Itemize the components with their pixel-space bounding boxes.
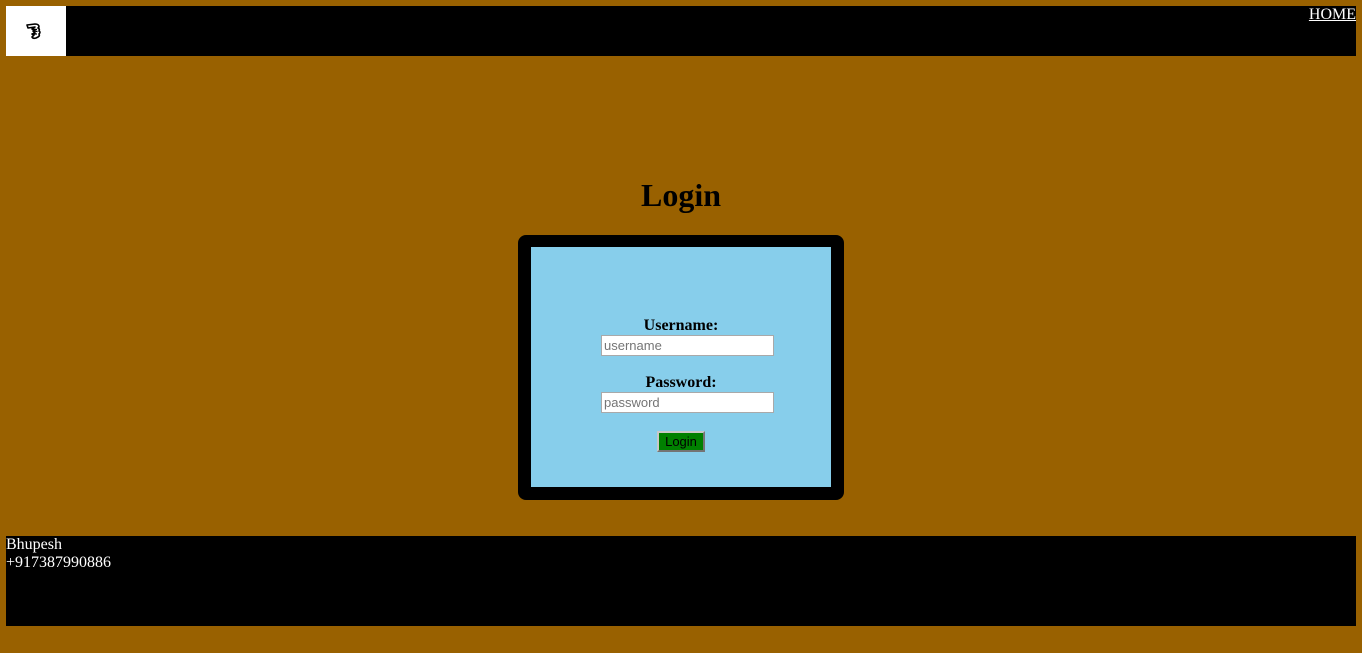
logo[interactable] — [6, 6, 66, 56]
username-input[interactable] — [601, 335, 774, 356]
password-input[interactable] — [601, 392, 774, 413]
password-label: Password: — [645, 374, 717, 391]
footer: Bhupesh +917387990886 — [6, 536, 1356, 626]
header-bar: HOME — [6, 6, 1356, 56]
login-button[interactable]: Login — [657, 431, 705, 452]
footer-name: Bhupesh — [6, 536, 62, 553]
page-title: Login — [640, 177, 722, 213]
username-label: Username: — [643, 317, 719, 334]
login-form-frame: Username: Password: Login — [518, 235, 844, 500]
home-link[interactable]: HOME — [1309, 6, 1356, 24]
footer-phone: +917387990886 — [6, 554, 112, 571]
hand-pointing-icon — [26, 23, 41, 40]
login-form: Username: Password: Login — [531, 247, 831, 487]
